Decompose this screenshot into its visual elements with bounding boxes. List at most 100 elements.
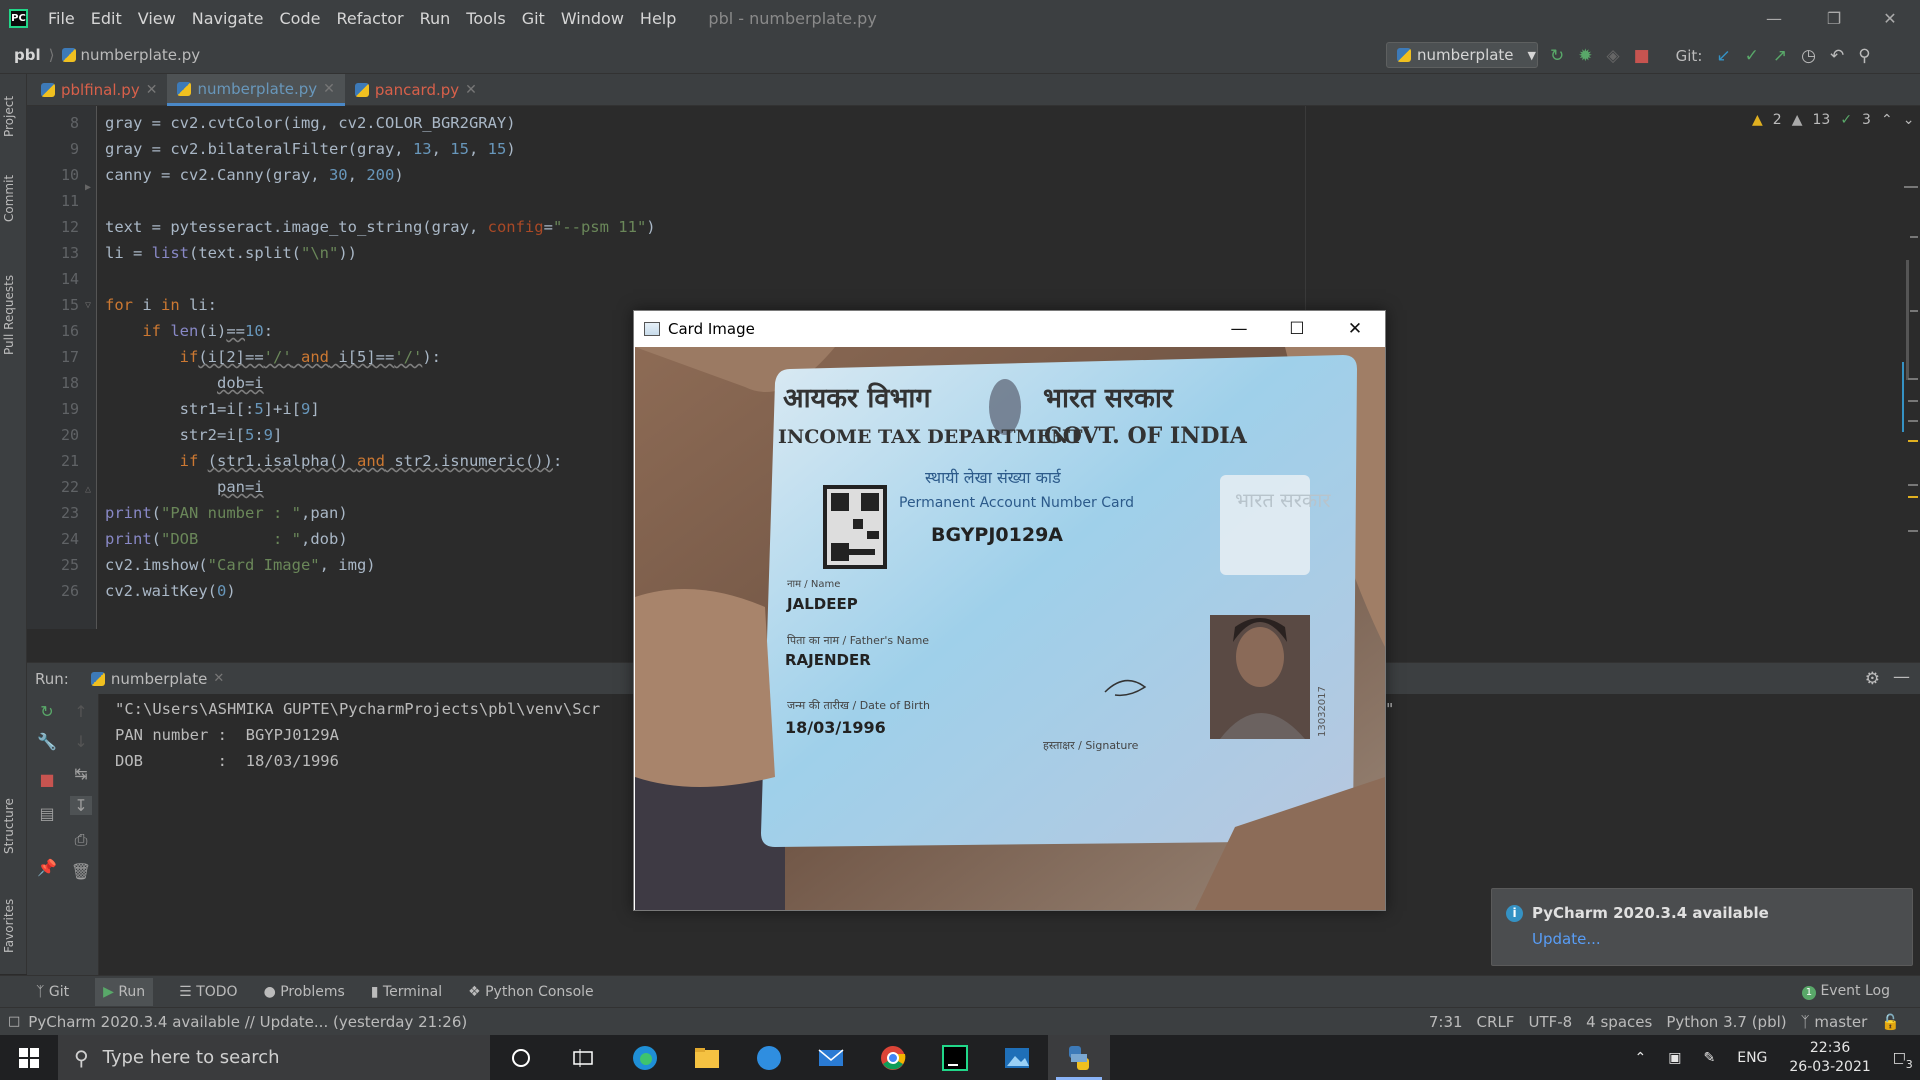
minimize-button[interactable]: — bbox=[1744, 0, 1804, 37]
wrench-icon[interactable]: 🔧 bbox=[36, 732, 58, 751]
close-tab-icon[interactable]: ✕ bbox=[465, 82, 477, 98]
todo-tool-tab[interactable]: ☰ TODO bbox=[179, 984, 237, 1000]
card-close-button[interactable]: ✕ bbox=[1326, 311, 1384, 347]
inspection-widget[interactable]: ▲ 2 ▲ 13 ✓ 3 ⌃ ⌄ bbox=[1752, 112, 1914, 128]
edge-browser-icon[interactable] bbox=[614, 1035, 676, 1080]
cortana-icon[interactable] bbox=[490, 1035, 552, 1080]
code-line: dob=i bbox=[216, 374, 264, 392]
trash-icon[interactable]: 🗑 bbox=[70, 862, 92, 881]
git-commit-icon[interactable]: ✓ bbox=[1745, 46, 1759, 66]
breadcrumb-project[interactable]: pbl bbox=[14, 46, 41, 64]
python-console-tool-tab[interactable]: ❖ Python Console bbox=[468, 984, 594, 1000]
settings-gear-icon[interactable]: ⚙ bbox=[1865, 669, 1880, 689]
fold-arrow-icon[interactable]: ▶ bbox=[85, 182, 91, 193]
pycharm-icon[interactable] bbox=[924, 1035, 986, 1080]
start-button[interactable] bbox=[0, 1035, 58, 1080]
coverage-icon[interactable]: ◈ bbox=[1607, 46, 1620, 66]
scroll-to-end-icon[interactable]: ↧ bbox=[70, 796, 92, 815]
menu-code[interactable]: Code bbox=[272, 9, 329, 28]
git-branch[interactable]: ᛉ master bbox=[1801, 1013, 1868, 1031]
down-arrow-icon[interactable]: ↓ bbox=[70, 732, 92, 751]
menu-git[interactable]: Git bbox=[514, 9, 553, 28]
chrome-icon[interactable] bbox=[862, 1035, 924, 1080]
menu-tools[interactable]: Tools bbox=[458, 9, 513, 28]
problems-tool-tab[interactable]: ● Problems bbox=[264, 984, 345, 1000]
soft-wrap-icon[interactable]: ↹ bbox=[70, 764, 92, 783]
history-icon[interactable]: ◷ bbox=[1801, 46, 1816, 66]
structure-tool-tab[interactable]: Structure bbox=[2, 786, 26, 866]
menu-run[interactable]: Run bbox=[412, 9, 459, 28]
indent-setting[interactable]: 4 spaces bbox=[1586, 1013, 1652, 1031]
menu-window[interactable]: Window bbox=[553, 9, 632, 28]
menu-help[interactable]: Help bbox=[632, 9, 684, 28]
menu-view[interactable]: View bbox=[130, 9, 184, 28]
close-tab-icon[interactable]: ✕ bbox=[213, 671, 224, 686]
action-center-icon[interactable]: □ 3 bbox=[1893, 1050, 1916, 1071]
show-hidden-icons-icon[interactable]: ⌃ bbox=[1635, 1050, 1647, 1066]
restore-button[interactable]: ❐ bbox=[1804, 0, 1864, 37]
fold-end-icon[interactable]: △ bbox=[85, 484, 91, 495]
event-log-tool-tab[interactable]: 1 Event Log bbox=[1801, 983, 1890, 1000]
hide-panel-icon[interactable]: — bbox=[1893, 667, 1910, 687]
card-window-titlebar[interactable]: Card Image — ☐ ✕ bbox=[634, 311, 1385, 347]
tab-numberplate[interactable]: numberplate.py ✕ bbox=[167, 74, 345, 106]
pin-icon[interactable]: 📌 bbox=[36, 858, 58, 877]
git-push-icon[interactable]: ↗ bbox=[1773, 46, 1787, 66]
taskbar-search-box[interactable]: ⚲ Type here to search bbox=[58, 1035, 490, 1080]
run-tool-tab[interactable]: ▶ Run bbox=[95, 977, 154, 1006]
rerun-icon[interactable]: ↻ bbox=[1550, 46, 1564, 66]
card-minimize-button[interactable]: — bbox=[1210, 311, 1268, 347]
task-view-icon[interactable] bbox=[552, 1035, 614, 1080]
input-language[interactable]: ENG bbox=[1737, 1050, 1767, 1066]
project-tool-tab[interactable]: Project bbox=[2, 84, 26, 148]
run-tab-numberplate[interactable]: numberplate ✕ bbox=[90, 670, 224, 688]
stop-icon[interactable]: ■ bbox=[1634, 46, 1650, 66]
up-arrow-icon[interactable]: ↑ bbox=[70, 702, 92, 721]
status-message[interactable]: PyCharm 2020.3.4 available // Update... … bbox=[28, 1013, 467, 1031]
close-button[interactable]: ✕ bbox=[1860, 0, 1920, 37]
pull-requests-tool-tab[interactable]: Pull Requests bbox=[2, 260, 26, 370]
print-icon[interactable]: ⎙ bbox=[70, 830, 92, 850]
terminal-tool-tab[interactable]: ▮ Terminal bbox=[371, 984, 442, 1000]
lock-icon[interactable]: 🔓 bbox=[1881, 1013, 1900, 1031]
display-icon[interactable]: ▣ bbox=[1668, 1050, 1681, 1066]
close-tab-icon[interactable]: ✕ bbox=[323, 81, 335, 97]
debug-icon[interactable]: ✹ bbox=[1578, 46, 1592, 66]
rollback-icon[interactable]: ↶ bbox=[1830, 46, 1844, 66]
file-explorer-icon[interactable] bbox=[676, 1035, 738, 1080]
panel-toggle-icon[interactable]: □ bbox=[8, 1014, 20, 1029]
commit-tool-tab[interactable]: Commit bbox=[2, 166, 26, 230]
tab-pblfinal[interactable]: pblfinal.py ✕ bbox=[27, 74, 167, 106]
card-maximize-button[interactable]: ☐ bbox=[1268, 311, 1326, 347]
python-interpreter[interactable]: Python 3.7 (pbl) bbox=[1666, 1013, 1786, 1031]
rerun-icon[interactable]: ↻ bbox=[36, 702, 58, 721]
file-encoding[interactable]: UTF-8 bbox=[1528, 1013, 1572, 1031]
menu-navigate[interactable]: Navigate bbox=[184, 9, 272, 28]
search-everywhere-icon[interactable]: ⚲ bbox=[1858, 46, 1870, 66]
run-configuration-dropdown[interactable]: numberplate ▼ bbox=[1386, 42, 1538, 68]
pen-icon[interactable]: ✎ bbox=[1703, 1050, 1715, 1066]
previous-highlight-icon[interactable]: ⌃ bbox=[1881, 112, 1893, 128]
error-stripe[interactable] bbox=[1896, 110, 1920, 610]
fold-icon[interactable]: ▽ bbox=[85, 300, 91, 311]
safari-compass-icon[interactable] bbox=[738, 1035, 800, 1080]
menu-edit[interactable]: Edit bbox=[83, 9, 130, 28]
favorites-tool-tab[interactable]: Favorites bbox=[2, 886, 26, 966]
close-tab-icon[interactable]: ✕ bbox=[146, 82, 158, 98]
update-link[interactable]: Update... bbox=[1532, 930, 1601, 948]
tab-pancard[interactable]: pancard.py ✕ bbox=[345, 74, 487, 106]
menu-refactor[interactable]: Refactor bbox=[328, 9, 411, 28]
stop-icon[interactable]: ■ bbox=[36, 770, 58, 789]
caret-position[interactable]: 7:31 bbox=[1429, 1013, 1463, 1031]
mail-icon[interactable] bbox=[800, 1035, 862, 1080]
layout-icon[interactable]: ▤ bbox=[36, 804, 58, 823]
python-app-icon[interactable] bbox=[1048, 1035, 1110, 1080]
photos-icon[interactable] bbox=[986, 1035, 1048, 1080]
line-separator[interactable]: CRLF bbox=[1477, 1013, 1515, 1031]
git-update-icon[interactable]: ↙ bbox=[1716, 46, 1730, 66]
menu-file[interactable]: File bbox=[40, 9, 83, 28]
card-image-window[interactable]: Card Image — ☐ ✕ आयकर विभाग भारत सरकार I… bbox=[633, 310, 1386, 911]
clock[interactable]: 22:36 26-03-2021 bbox=[1789, 1039, 1870, 1077]
breadcrumb-file[interactable]: numberplate.py bbox=[80, 46, 200, 64]
git-tool-tab[interactable]: ᛉ Git bbox=[36, 984, 69, 1000]
